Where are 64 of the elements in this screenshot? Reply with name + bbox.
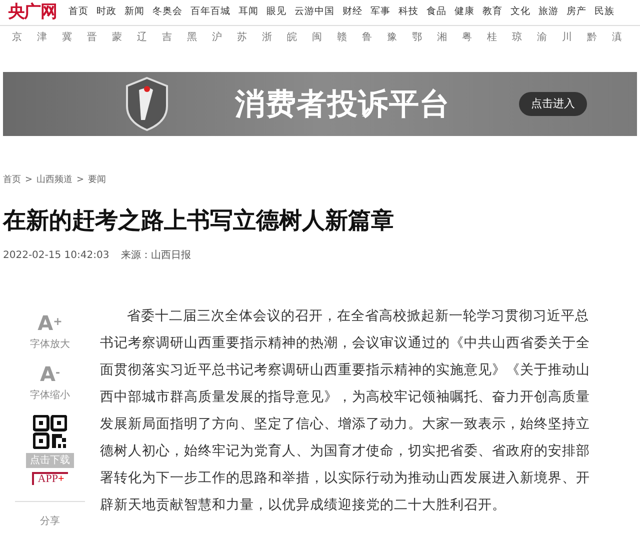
qr-code-icon xyxy=(33,415,67,449)
province-link[interactable]: 闽 xyxy=(312,30,322,44)
breadcrumb-link[interactable]: 要闻 xyxy=(88,174,106,188)
province-link[interactable]: 桂 xyxy=(487,30,497,44)
nav-link[interactable]: 文化 xyxy=(510,5,530,20)
province-link[interactable]: 吉 xyxy=(162,30,172,44)
nav-link[interactable]: 首页 xyxy=(68,5,88,20)
nav-link[interactable]: 军事 xyxy=(370,5,390,20)
nav-link[interactable]: 房产 xyxy=(566,5,586,20)
province-link[interactable]: 鄂 xyxy=(412,30,422,44)
tool-label[interactable]: 字体放大 xyxy=(30,337,70,352)
province-link[interactable]: 滇 xyxy=(612,30,622,44)
shield-icon xyxy=(123,76,171,132)
province-link[interactable]: 鲁 xyxy=(362,30,372,44)
nav-link[interactable]: 科技 xyxy=(398,5,418,20)
breadcrumb-link[interactable]: 首页 xyxy=(3,174,21,188)
enter-button[interactable]: 点击进入 xyxy=(519,92,587,116)
app-badge[interactable]: APP+ xyxy=(32,472,68,485)
province-link[interactable]: 浙 xyxy=(262,30,272,44)
nav-link[interactable]: 百年百城 xyxy=(190,5,230,20)
nav-link[interactable]: 耳闻 xyxy=(238,5,258,20)
nav-link[interactable]: 财经 xyxy=(342,5,362,20)
share-label: 分享 xyxy=(40,514,60,529)
province-link[interactable]: 冀 xyxy=(62,30,72,44)
nav-link[interactable]: 云游中国 xyxy=(294,5,334,20)
publish-date: 2022-02-15 10:42:03 xyxy=(3,249,110,263)
article-title: 在新的赶考之路上书写立德树人新篇章 xyxy=(2,206,395,236)
province-link[interactable]: 湘 xyxy=(437,30,447,44)
province-link[interactable]: 京 xyxy=(12,30,22,44)
province-link[interactable]: 津 xyxy=(37,30,47,44)
province-link[interactable]: 黔 xyxy=(587,30,597,44)
breadcrumb-separator: > xyxy=(76,174,84,187)
province-link[interactable]: 苏 xyxy=(237,30,247,44)
province-link[interactable]: 沪 xyxy=(212,30,222,44)
article-source: 来源：山西日报 xyxy=(121,248,192,263)
province-link[interactable]: 粤 xyxy=(462,30,472,44)
province-link[interactable]: 赣 xyxy=(337,30,347,44)
breadcrumb-separator: > xyxy=(25,174,33,187)
article-paragraph: 省委十二届三次全体会议的召开，在全省高校掀起新一轮学习贯彻习近平总书记考察调研山西重要指示精神的热潮，会议审议通过的《中共山西省委关于全面贯彻落实习近平总书记考察调研山西重要指示精神的实施意见》《关于推动山西中部城市群高质量发展的指导意见》，为高校牢记领袖嘱托、奋力开创高质量发展新局面指明了方向、坚定了信心、增添了动力。大家一致表示，始终坚持立德树人初心，始终牢记为党育人、为国育才使命，切实把省委、省政府的安排部署转化为下一步工作的思路和举措，以实际行动为推动山西发展进入新境界、开辟新天地贡献智慧和力量，以优异成绩迎接党的二十大胜利召开。 xyxy=(100,307,590,515)
nav-link[interactable]: 民族 xyxy=(594,5,614,20)
province-link[interactable]: 豫 xyxy=(387,30,397,44)
breadcrumb-link[interactable]: 山西频道 xyxy=(36,174,73,188)
province-link[interactable]: 渝 xyxy=(537,30,547,44)
province-link[interactable]: 辽 xyxy=(137,30,147,44)
banner-title: 消费者投诉平台 xyxy=(235,86,450,124)
font-size-icon[interactable]: A$^{-}$ xyxy=(40,364,60,384)
tool-label[interactable]: 字体缩小 xyxy=(30,388,70,403)
province-link[interactable]: 蒙 xyxy=(112,30,122,44)
province-link[interactable]: 晋 xyxy=(87,30,97,44)
province-link[interactable]: 皖 xyxy=(287,30,297,44)
font-size-icon[interactable]: A$^{+}$ xyxy=(38,313,62,333)
nav-link[interactable]: 教育 xyxy=(482,5,502,20)
nav-link[interactable]: 健康 xyxy=(454,5,474,20)
nav-link[interactable]: 旅游 xyxy=(538,5,558,20)
province-link[interactable]: 琼 xyxy=(512,30,522,44)
site-logo[interactable]: 央广网 xyxy=(8,0,56,25)
nav-link[interactable]: 眼见 xyxy=(266,5,286,20)
nav-link[interactable]: 冬奥会 xyxy=(152,5,182,20)
nav-link[interactable]: 食品 xyxy=(426,5,446,20)
nav-link[interactable]: 新闻 xyxy=(124,5,144,20)
banner[interactable]: 消费者投诉平台 点击进入 xyxy=(3,72,637,136)
province-link[interactable]: 黑 xyxy=(187,30,197,44)
province-link[interactable]: 川 xyxy=(562,30,572,44)
nav-link[interactable]: 时政 xyxy=(96,5,116,20)
